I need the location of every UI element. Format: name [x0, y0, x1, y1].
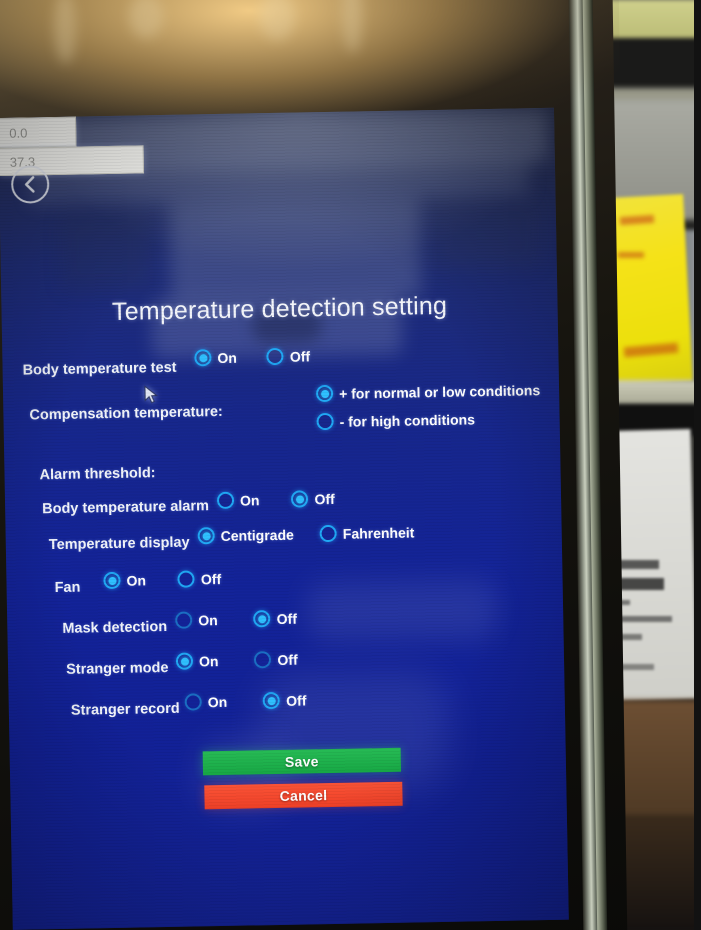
- background-shelf-middle: [606, 380, 701, 406]
- back-button[interactable]: [10, 165, 50, 204]
- page-title: Temperature detection setting: [111, 291, 448, 326]
- radio-label: On: [126, 571, 147, 589]
- radio-body-temp-alarm-off[interactable]: Off: [291, 490, 335, 508]
- radio-label: Off: [286, 691, 307, 709]
- radio-dot-icon: [103, 571, 121, 590]
- radio-temperature-display-centigrade[interactable]: Centigrade: [197, 526, 294, 545]
- radio-label: On: [198, 652, 219, 669]
- label-body-temperature-alarm: Body temperature alarm: [42, 498, 210, 518]
- radio-label: Off: [314, 490, 335, 507]
- radio-compensation-negative[interactable]: - for high conditions: [316, 410, 476, 431]
- save-button-label: Save: [284, 753, 319, 770]
- label-temperature-display: Temperature display: [48, 534, 190, 554]
- radio-compensation-positive[interactable]: + for normal or low conditions: [315, 381, 541, 403]
- radio-dot-icon: [216, 491, 235, 510]
- save-button[interactable]: Save: [202, 747, 402, 776]
- radio-dot-icon: [266, 347, 285, 366]
- background-yellow-sign-mark: [618, 252, 644, 258]
- radio-dot-icon: [315, 384, 334, 403]
- device-screen: Temperature detection setting Body tempe…: [0, 107, 569, 930]
- compensation-temperature-input[interactable]: 0.0: [0, 116, 77, 148]
- background-paper-text: [617, 560, 659, 569]
- label-mask-detection: Mask detection: [62, 618, 168, 637]
- radio-fan-on[interactable]: On: [103, 571, 147, 590]
- radio-stranger-mode-on[interactable]: On: [175, 652, 219, 670]
- label-stranger-mode: Stranger mode: [65, 659, 169, 678]
- photo-of-device-screen: Temperature detection setting Body tempe…: [0, 0, 701, 930]
- compensation-placeholder: 0.0: [9, 124, 28, 141]
- radio-dot-icon: [263, 691, 281, 710]
- radio-label: Off: [277, 651, 298, 668]
- label-alarm-threshold: Alarm threshold:: [39, 465, 156, 484]
- radio-label: On: [239, 491, 260, 509]
- radio-label: Fahrenheit: [342, 523, 415, 542]
- radio-dot-icon: [177, 570, 196, 588]
- label-stranger-record: Stranger record: [70, 700, 180, 719]
- label-compensation-temperature: Compensation temperature:: [29, 403, 223, 424]
- radio-label: Off: [289, 347, 311, 365]
- radio-dot-icon: [319, 524, 337, 543]
- radio-temperature-display-fahrenheit[interactable]: Fahrenheit: [319, 523, 415, 543]
- radio-label: Centigrade: [220, 526, 294, 544]
- radio-dot-icon: [316, 412, 334, 431]
- radio-label: On: [217, 349, 238, 366]
- cancel-button-label: Cancel: [279, 787, 328, 804]
- label-fan: Fan: [54, 579, 81, 597]
- radio-dot-icon: [253, 610, 271, 628]
- background-paper-text: [614, 616, 672, 622]
- radio-body-temp-test-off[interactable]: Off: [266, 347, 311, 366]
- radio-stranger-record-on[interactable]: On: [184, 693, 228, 711]
- radio-dot-icon: [175, 652, 194, 670]
- radio-mask-detection-on[interactable]: On: [175, 611, 218, 629]
- radio-label: - for high conditions: [339, 410, 476, 430]
- radio-label: On: [198, 611, 218, 628]
- radio-dot-icon: [291, 490, 309, 508]
- background-right-edge: [694, 0, 701, 930]
- radio-dot-icon: [197, 527, 215, 545]
- radio-dot-icon: [194, 349, 212, 367]
- radio-label: Off: [276, 610, 298, 627]
- radio-dot-icon: [184, 693, 202, 711]
- radio-mask-detection-off[interactable]: Off: [253, 610, 298, 628]
- radio-fan-off[interactable]: Off: [177, 570, 222, 588]
- radio-label: + for normal or low conditions: [338, 381, 541, 402]
- mouse-cursor: [144, 385, 158, 404]
- radio-stranger-record-off[interactable]: Off: [263, 691, 307, 710]
- radio-label: Off: [200, 570, 222, 587]
- radio-body-temp-test-on[interactable]: On: [194, 349, 237, 367]
- radio-dot-icon: [254, 651, 272, 669]
- label-body-temperature-test: Body temperature test: [22, 359, 177, 379]
- settings-page: Temperature detection setting Body tempe…: [0, 108, 569, 930]
- radio-stranger-mode-off[interactable]: Off: [254, 651, 298, 669]
- radio-dot-icon: [175, 611, 193, 629]
- cancel-button[interactable]: Cancel: [204, 781, 403, 810]
- radio-body-temp-alarm-on[interactable]: On: [216, 491, 260, 510]
- chevron-left-icon: [24, 176, 35, 193]
- radio-label: On: [207, 693, 228, 710]
